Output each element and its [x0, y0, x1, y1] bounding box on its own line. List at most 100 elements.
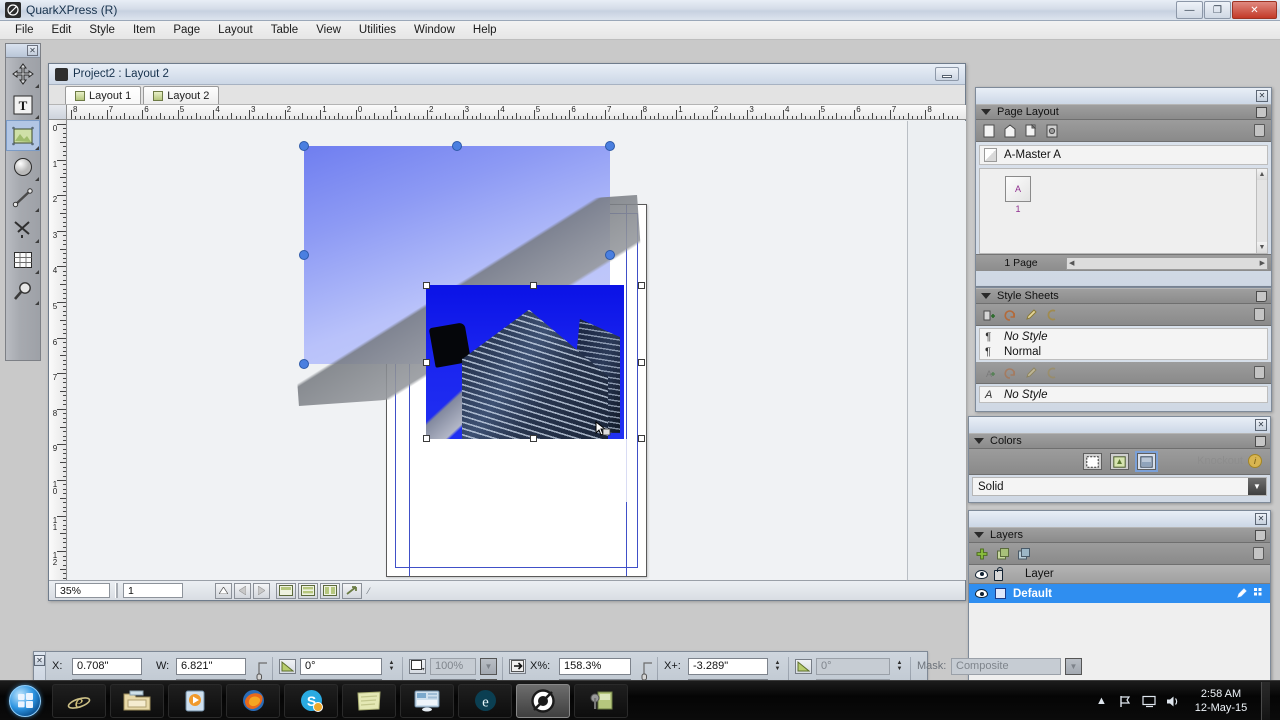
minimize-button[interactable]: — [1176, 1, 1203, 19]
new-character-style-icon[interactable]: A [982, 366, 996, 380]
thumbnails-view-button[interactable] [320, 583, 340, 599]
style-item-no-style[interactable]: ¶ No Style [980, 329, 1267, 344]
delete-master-icon[interactable] [1045, 124, 1059, 138]
resize-handle-e[interactable] [605, 250, 615, 260]
menu-table[interactable]: Table [262, 22, 308, 38]
content-handle-e[interactable] [638, 359, 645, 366]
close-icon[interactable]: ✕ [1256, 90, 1268, 102]
next-page-button[interactable] [253, 583, 270, 599]
content-handle-n[interactable] [530, 282, 537, 289]
mask-dropdown[interactable]: ▼ [1065, 658, 1082, 675]
menu-window[interactable]: Window [405, 22, 464, 38]
x-offset-field[interactable]: -3.289" [688, 658, 768, 675]
menu-file[interactable]: File [6, 22, 43, 38]
chevron-down-icon[interactable] [981, 293, 991, 299]
tab-layout-2[interactable]: Layout 2 [143, 86, 219, 104]
chevron-down-icon[interactable] [981, 109, 991, 115]
master-page-row[interactable]: A-Master A [979, 145, 1268, 165]
horizontal-scale-icon[interactable] [509, 659, 526, 674]
blank-facing-page-icon[interactable] [1003, 124, 1017, 138]
taskbar-internet-explorer[interactable]: e [52, 684, 106, 718]
content-handle-se[interactable] [638, 435, 645, 442]
page-layout-palette-grip[interactable]: ✕ [976, 88, 1271, 104]
zoom-tool[interactable] [6, 275, 40, 306]
bezier-pen-tool[interactable] [6, 213, 40, 244]
picture-rotation-field[interactable]: 0° [816, 658, 890, 675]
menu-utilities[interactable]: Utilities [350, 22, 405, 38]
picture-rotation-stepper[interactable]: ▲▼ [894, 658, 905, 675]
dock-icon[interactable] [1256, 107, 1267, 118]
show-desktop-button[interactable] [1261, 682, 1270, 720]
pages-vertical-scrollbar[interactable]: ▲ ▼ [1256, 169, 1267, 253]
trash-icon[interactable] [1254, 308, 1265, 321]
menu-page[interactable]: Page [164, 22, 209, 38]
frame-color-swatch-icon[interactable] [409, 659, 426, 674]
restore-button[interactable]: ❐ [1204, 1, 1231, 19]
merge-layers-icon[interactable] [1017, 547, 1031, 561]
blend-mode-select[interactable]: Solid ▼ [972, 477, 1267, 496]
text-content-tool[interactable]: T [6, 89, 40, 120]
volume-icon[interactable] [1166, 694, 1181, 709]
scroll-up-arrow[interactable]: ▲ [1257, 169, 1267, 180]
w-field[interactable]: 6.821" [176, 658, 246, 675]
resize-grip[interactable]: ⁄ [368, 586, 370, 596]
x-field[interactable]: 0.708" [72, 658, 142, 675]
network-icon[interactable] [1118, 694, 1133, 709]
resize-handle-ne[interactable] [605, 141, 615, 151]
tool-palette-close-icon[interactable]: ✕ [27, 45, 38, 56]
duplicate-layer-icon[interactable] [996, 547, 1010, 561]
taskbar-skype[interactable]: S [284, 684, 338, 718]
taskbar-windows-explorer[interactable] [110, 684, 164, 718]
ruler-origin-box[interactable] [49, 105, 67, 120]
new-layer-icon[interactable] [975, 547, 989, 561]
layer-items-icon[interactable] [1254, 588, 1265, 602]
item-tool[interactable] [6, 58, 40, 89]
colors-header[interactable]: Colors [969, 433, 1270, 449]
rotation-angle-stepper[interactable]: ▲▼ [386, 658, 397, 675]
paragraph-style-list[interactable]: ¶ No Style ¶ Normal [979, 328, 1268, 360]
mask-field[interactable]: Composite [951, 658, 1061, 675]
previous-page-button[interactable] [234, 583, 251, 599]
trash-icon[interactable] [1253, 547, 1264, 560]
resize-handle-nw[interactable] [299, 141, 309, 151]
horizontal-ruler[interactable]: 8765432101234567812345678 [67, 105, 966, 120]
show-hidden-icons-button[interactable]: ▲ [1094, 694, 1109, 709]
resize-handle-w[interactable] [299, 250, 309, 260]
taskbar-quarkxpress[interactable] [516, 684, 570, 718]
rotation-angle-field[interactable]: 0° [300, 658, 382, 675]
close-button[interactable]: ✕ [1232, 1, 1277, 19]
dock-icon[interactable] [1255, 530, 1266, 541]
edit-icon[interactable] [1024, 308, 1038, 322]
taskbar-control-panel[interactable] [400, 684, 454, 718]
display-icon[interactable] [1142, 694, 1157, 709]
menu-style[interactable]: Style [80, 22, 124, 38]
scroll-down-arrow[interactable]: ▼ [1257, 242, 1267, 253]
menu-edit[interactable]: Edit [43, 22, 81, 38]
x-percent-field[interactable]: 158.3% [559, 658, 631, 675]
chevron-down-icon[interactable] [974, 438, 984, 444]
facing-pages-view-button[interactable] [298, 583, 318, 599]
blank-single-page-icon[interactable] [982, 124, 996, 138]
chevron-down-icon[interactable] [974, 532, 984, 538]
taskbar-sticky-notes[interactable] [342, 684, 396, 718]
page-menu-button[interactable] [215, 583, 232, 599]
taskbar-mozilla-firefox[interactable] [226, 684, 280, 718]
document-canvas[interactable] [68, 121, 966, 580]
layer-row-default[interactable]: Default [969, 584, 1270, 603]
menu-help[interactable]: Help [464, 22, 506, 38]
chevron-down-icon[interactable]: ▼ [1248, 478, 1266, 495]
resize-handle-n[interactable] [452, 141, 462, 151]
content-handle-s[interactable] [530, 435, 537, 442]
layer-visibility-toggle[interactable] [975, 589, 988, 598]
page-layout-header[interactable]: Page Layout [976, 104, 1271, 120]
duplicate-icon[interactable] [1024, 124, 1038, 138]
knockout-info-icon[interactable]: i [1248, 454, 1262, 468]
revert-icon[interactable] [1003, 366, 1017, 380]
layers-palette-grip[interactable]: ✕ [969, 511, 1270, 527]
picture-content[interactable] [426, 285, 624, 439]
picture-content-tool[interactable] [6, 120, 40, 151]
dock-icon[interactable] [1255, 436, 1266, 447]
edit-layer-icon[interactable] [1236, 587, 1248, 602]
content-handle-sw[interactable] [423, 435, 430, 442]
zoom-level-field[interactable]: 35% [55, 583, 110, 598]
